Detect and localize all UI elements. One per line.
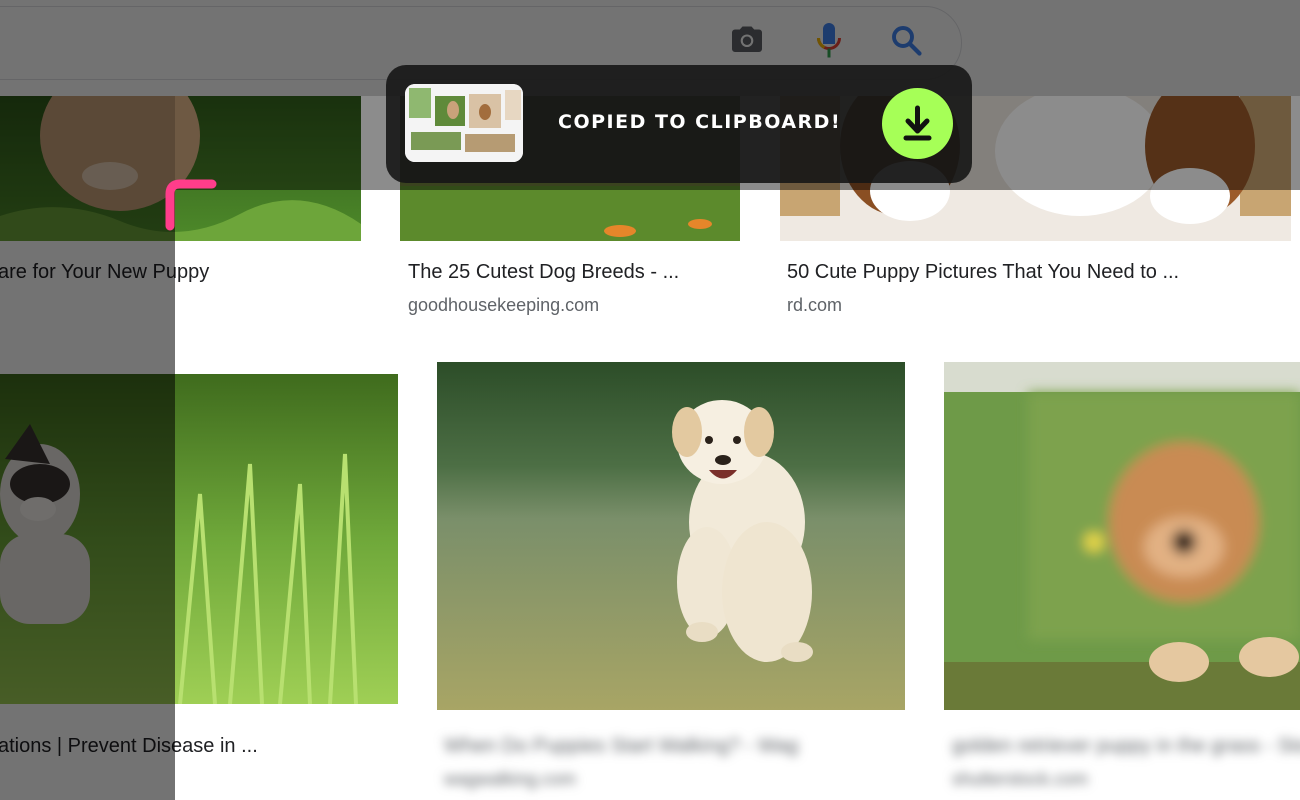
dim-overlay-left <box>0 96 175 800</box>
clipboard-toast: COPIED TO CLIPBOARD! <box>386 65 972 183</box>
result-title-2[interactable]: The 25 Cutest Dog Breeds - ... <box>408 260 679 284</box>
download-button[interactable] <box>882 88 953 159</box>
screenshot-thumbnail[interactable] <box>405 84 523 162</box>
result-title-6[interactable]: golden retriever puppy in the grass - St… <box>952 734 1300 758</box>
result-title-5[interactable]: When Do Puppies Start Walking? - Wag <box>444 734 798 758</box>
result-site-6[interactable]: shutterstock.com <box>952 768 1088 790</box>
download-icon <box>903 105 932 141</box>
result-site-5[interactable]: wagwalking.com <box>444 768 576 790</box>
toast-message: COPIED TO CLIPBOARD! <box>558 111 842 133</box>
result-image-6[interactable] <box>944 362 1300 710</box>
result-title-3[interactable]: 50 Cute Puppy Pictures That You Need to … <box>787 260 1179 284</box>
result-image-5[interactable] <box>437 362 905 710</box>
result-site-2[interactable]: goodhousekeeping.com <box>408 294 599 316</box>
selection-corner-handle[interactable] <box>160 176 220 232</box>
result-site-3[interactable]: rd.com <box>787 294 842 316</box>
